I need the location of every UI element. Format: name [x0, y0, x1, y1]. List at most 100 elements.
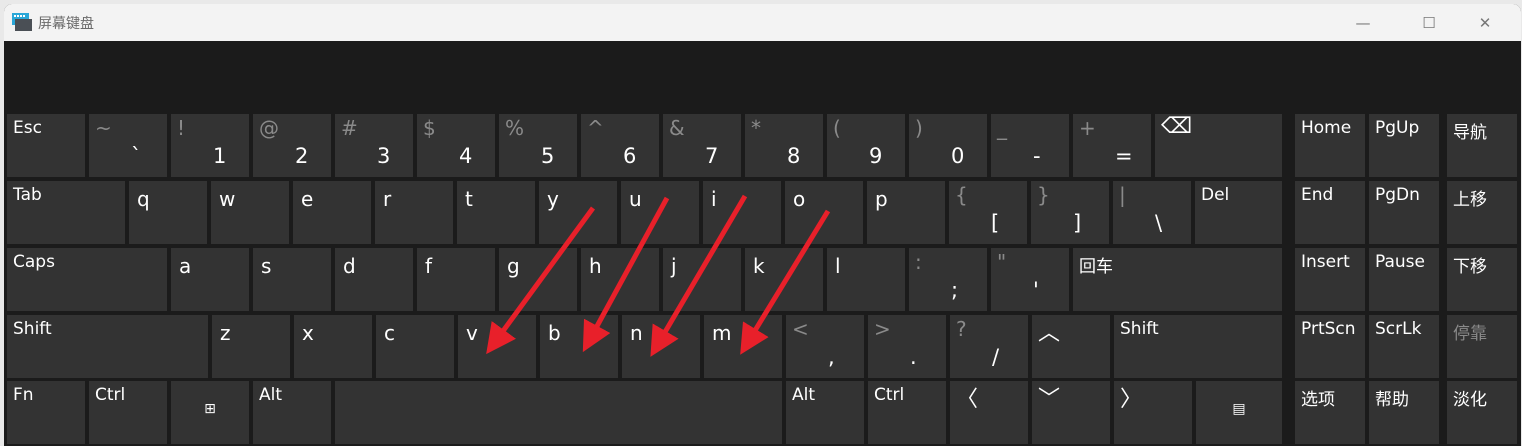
key-label: i	[711, 187, 717, 211]
key-p[interactable]: p	[867, 181, 945, 244]
key-pgup[interactable]: PgUp	[1369, 114, 1439, 177]
key-label: Alt	[792, 385, 816, 405]
key-backtick[interactable]: ~ `	[89, 114, 167, 177]
key-z[interactable]: z	[212, 315, 290, 378]
key-insert[interactable]: Insert	[1295, 248, 1365, 311]
key-scrlk[interactable]: ScrLk	[1369, 315, 1439, 378]
key-help[interactable]: 帮助	[1369, 381, 1439, 444]
key-fade[interactable]: 淡化	[1447, 381, 1517, 444]
key-v[interactable]: v	[458, 315, 536, 378]
key-prtscn[interactable]: PrtScn	[1295, 315, 1365, 378]
key-fn[interactable]: Fn	[7, 381, 85, 444]
key-caps[interactable]: Caps	[7, 248, 167, 311]
key-enter[interactable]: 回车	[1073, 248, 1282, 311]
key-label: Ctrl	[95, 385, 126, 405]
key-period[interactable]: >.	[868, 315, 946, 378]
key-shift-label: +	[1079, 116, 1096, 140]
key-backspace[interactable]: ⌫	[1155, 114, 1282, 177]
key-pause[interactable]: Pause	[1369, 248, 1439, 311]
key-y[interactable]: y	[539, 181, 617, 244]
key-label: Del	[1201, 185, 1230, 205]
key-n[interactable]: n	[622, 315, 700, 378]
key-s[interactable]: s	[253, 248, 331, 311]
key-lctrl[interactable]: Ctrl	[89, 381, 167, 444]
key-k[interactable]: k	[745, 248, 823, 311]
key-l[interactable]: l	[827, 248, 905, 311]
key-c[interactable]: c	[376, 315, 454, 378]
key-f[interactable]: f	[417, 248, 495, 311]
key-m[interactable]: m	[704, 315, 782, 378]
key-del[interactable]: Del	[1195, 181, 1282, 244]
key-o[interactable]: o	[785, 181, 863, 244]
key-5[interactable]: % 5	[499, 114, 577, 177]
key-ralt[interactable]: Alt	[786, 381, 864, 444]
key-a[interactable]: a	[171, 248, 249, 311]
key-label: Shift	[1120, 319, 1159, 339]
key-rbracket[interactable]: }]	[1031, 181, 1109, 244]
minimize-button[interactable]: —	[1340, 4, 1386, 41]
key-rshift[interactable]: Shift	[1114, 315, 1282, 378]
key-label: Ctrl	[874, 385, 905, 405]
key-7[interactable]: & 7	[663, 114, 741, 177]
key-backslash[interactable]: | \	[1113, 181, 1191, 244]
key-dock[interactable]: 停靠	[1447, 315, 1517, 378]
key-shift-label: ?	[956, 317, 967, 341]
key-label: /	[992, 345, 1000, 369]
key-9[interactable]: (9	[827, 114, 905, 177]
key-label: 2	[295, 144, 309, 168]
key-b[interactable]: b	[540, 315, 618, 378]
key-u[interactable]: u	[621, 181, 699, 244]
key-shift-label: _	[997, 116, 1007, 140]
key-q[interactable]: q	[129, 181, 207, 244]
key-win[interactable]: ⊞	[171, 381, 249, 444]
key-comma[interactable]: <,	[786, 315, 864, 378]
key-minus[interactable]: _ -	[991, 114, 1069, 177]
key-options[interactable]: 选项	[1295, 381, 1365, 444]
key-h[interactable]: h	[581, 248, 659, 311]
key-label: '	[1033, 278, 1039, 302]
key-esc[interactable]: Esc	[7, 114, 85, 177]
key-2[interactable]: @2	[253, 114, 331, 177]
key-menu[interactable]: ▤	[1196, 381, 1282, 444]
key-space[interactable]	[335, 381, 782, 444]
key-rctrl[interactable]: Ctrl	[868, 381, 946, 444]
key-1[interactable]: ! 1	[171, 114, 249, 177]
key-movedown[interactable]: 下移	[1447, 248, 1517, 311]
key-end[interactable]: End	[1295, 181, 1365, 244]
key-lalt[interactable]: Alt	[253, 381, 331, 444]
key-equals[interactable]: + =	[1073, 114, 1151, 177]
key-quote[interactable]: " '	[991, 248, 1069, 311]
key-i[interactable]: i	[703, 181, 781, 244]
key-6[interactable]: ^ 6	[581, 114, 659, 177]
key-tab[interactable]: Tab	[7, 181, 125, 244]
key-0[interactable]: ) 0	[909, 114, 987, 177]
key-up[interactable]: ︿	[1032, 315, 1110, 378]
key-4[interactable]: $4	[417, 114, 495, 177]
key-lbracket[interactable]: {[	[949, 181, 1027, 244]
key-d[interactable]: d	[335, 248, 413, 311]
key-g[interactable]: g	[499, 248, 577, 311]
key-w[interactable]: w	[211, 181, 289, 244]
key-pgdn[interactable]: PgDn	[1369, 181, 1439, 244]
key-e[interactable]: e	[293, 181, 371, 244]
key-r[interactable]: r	[375, 181, 453, 244]
close-button[interactable]: ✕	[1462, 4, 1508, 41]
key-label: o	[793, 187, 806, 211]
key-lshift[interactable]: Shift	[7, 315, 208, 378]
key-label: ]	[1073, 211, 1082, 235]
maximize-button[interactable]: ☐	[1406, 4, 1452, 41]
key-home[interactable]: Home	[1295, 114, 1365, 177]
key-nav[interactable]: 导航	[1447, 114, 1517, 177]
key-down[interactable]: ﹀	[1032, 381, 1110, 444]
key-slash[interactable]: ? /	[950, 315, 1028, 378]
key-t[interactable]: t	[457, 181, 535, 244]
key-shift-label: }	[1037, 183, 1050, 207]
key-left[interactable]: 〈	[950, 381, 1028, 444]
key-x[interactable]: x	[294, 315, 372, 378]
key-3[interactable]: #3	[335, 114, 413, 177]
key-j[interactable]: j	[663, 248, 741, 311]
key-semicolon[interactable]: :;	[909, 248, 987, 311]
key-right[interactable]: 〉	[1114, 381, 1192, 444]
key-moveup[interactable]: 上移	[1447, 181, 1517, 244]
key-8[interactable]: * 8	[745, 114, 823, 177]
